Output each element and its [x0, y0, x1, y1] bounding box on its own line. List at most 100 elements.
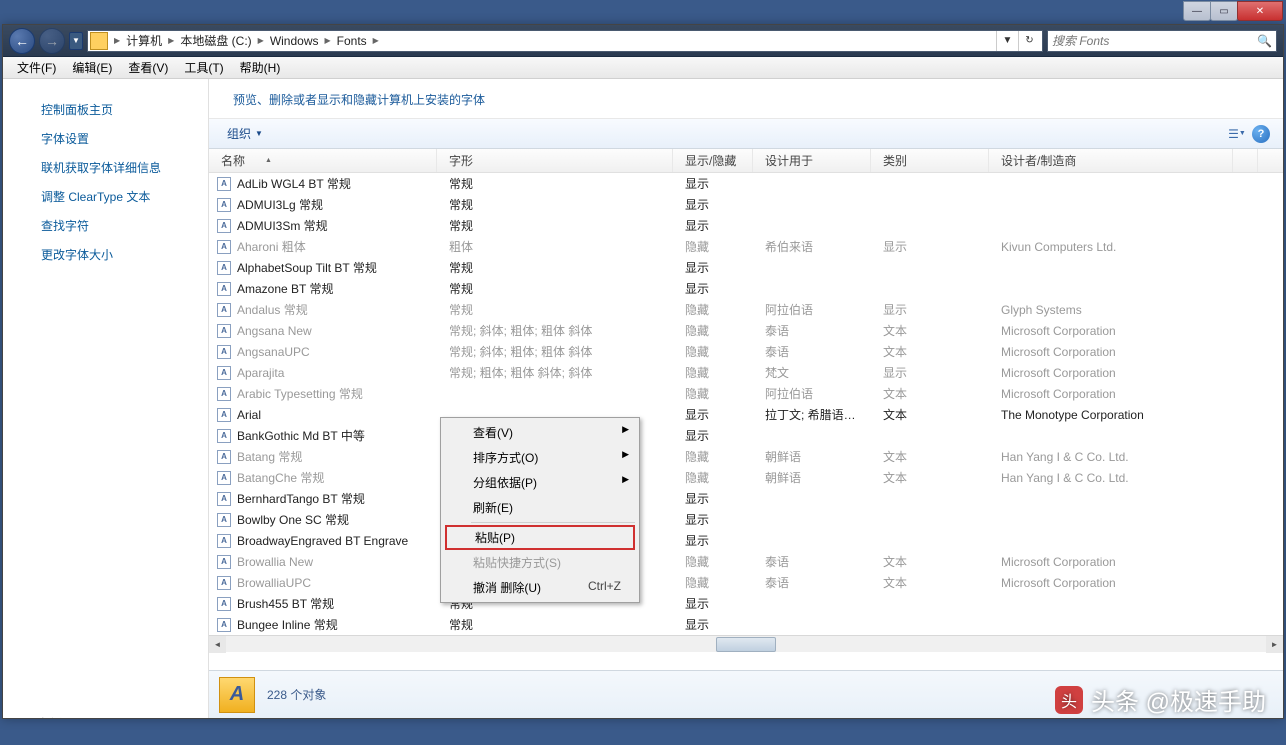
font-row[interactable]: AArabic Typesetting 常规 隐藏 阿拉伯语 文本 Micros…: [209, 383, 1283, 404]
column-headers: 名称字形显示/隐藏设计用于类别设计者/制造商: [209, 149, 1283, 173]
font-row[interactable]: AAparajita 常规; 粗体; 粗体 斜体; 斜体 隐藏 梵文 显示 Mi…: [209, 362, 1283, 383]
scroll-right-arrow[interactable]: ►: [1266, 636, 1283, 653]
font-icon: A: [217, 471, 231, 485]
sidebar-link[interactable]: 字体设置: [3, 124, 208, 153]
column-header[interactable]: 设计用于: [753, 149, 871, 172]
sidebar-link[interactable]: 控制面板主页: [3, 95, 208, 124]
context-menu-item[interactable]: 撤消 删除(U)Ctrl+Z: [443, 575, 637, 600]
font-name: BrowalliaUPC: [237, 576, 311, 590]
font-category: 显示: [871, 301, 989, 318]
font-row[interactable]: AAmazone BT 常规 常规 显示: [209, 278, 1283, 299]
font-visibility: 显示: [673, 595, 753, 612]
scroll-left-arrow[interactable]: ◄: [209, 636, 226, 653]
font-row[interactable]: ABrowalliaUPC 常规; 斜体; 粗体; 粗体 斜体 隐藏 泰语 文本…: [209, 572, 1283, 593]
context-menu-item[interactable]: 排序方式(O)▶: [443, 445, 637, 470]
font-row[interactable]: AAlphabetSoup Tilt BT 常规 常规 显示: [209, 257, 1283, 278]
address-dropdown[interactable]: ▼: [996, 31, 1018, 51]
font-visibility: 隐藏: [673, 553, 753, 570]
column-header[interactable]: 设计者/制造商: [989, 149, 1233, 172]
font-icon: A: [217, 198, 231, 212]
font-list[interactable]: 名称字形显示/隐藏设计用于类别设计者/制造商 AAdLib WGL4 BT 常规…: [209, 149, 1283, 670]
refresh-button[interactable]: ↻: [1018, 31, 1040, 51]
font-row[interactable]: ABatang 常规 隐藏 朝鲜语 文本 Han Yang I & C Co. …: [209, 446, 1283, 467]
scroll-thumb[interactable]: [716, 637, 776, 652]
back-button[interactable]: ←: [9, 28, 35, 54]
font-row[interactable]: ABowlby One SC 常规 显示: [209, 509, 1283, 530]
font-row[interactable]: AAharoni 粗体 粗体 隐藏 希伯来语 显示 Kivun Computer…: [209, 236, 1283, 257]
horizontal-scrollbar[interactable]: ◄ ►: [209, 635, 1283, 652]
help-button[interactable]: ?: [1249, 124, 1273, 144]
font-row[interactable]: ABatangChe 常规 隐藏 朝鲜语 文本 Han Yang I & C C…: [209, 467, 1283, 488]
font-category: 文本: [871, 553, 989, 570]
menu-item[interactable]: 帮助(H): [232, 59, 289, 76]
breadcrumb-item[interactable]: Windows: [266, 34, 323, 48]
nav-history-dropdown[interactable]: ▼: [69, 32, 83, 50]
address-bar[interactable]: ▶计算机▶本地磁盘 (C:)▶Windows▶Fonts▶ ▼ ↻: [87, 30, 1043, 52]
font-row[interactable]: AADMUI3Sm 常规 常规 显示: [209, 215, 1283, 236]
context-menu-item[interactable]: 刷新(E): [443, 495, 637, 520]
sidebar-link[interactable]: 更改字体大小: [3, 240, 208, 269]
font-row[interactable]: ABroadwayEngraved BT Engrave 显示: [209, 530, 1283, 551]
font-visibility: 显示: [673, 427, 753, 444]
context-menu-item[interactable]: 查看(V)▶: [443, 420, 637, 445]
column-header[interactable]: 类别: [871, 149, 989, 172]
minimize-button[interactable]: —: [1183, 1, 1211, 21]
font-row[interactable]: ABungee Inline 常规 常规 显示: [209, 614, 1283, 635]
font-manufacturer: Han Yang I & C Co. Ltd.: [989, 450, 1233, 464]
sidebar-link[interactable]: 联机获取字体详细信息: [3, 153, 208, 182]
close-button[interactable]: ✕: [1237, 1, 1283, 21]
column-header[interactable]: 名称: [209, 149, 437, 172]
font-visibility: 显示: [673, 280, 753, 297]
column-header[interactable]: [1233, 149, 1258, 172]
sidebar-link[interactable]: 查找字符: [3, 211, 208, 240]
font-designed-for: 朝鲜语: [753, 469, 871, 486]
font-designed-for: 阿拉伯语: [753, 385, 871, 402]
search-input[interactable]: [1052, 34, 1257, 48]
breadcrumb-item[interactable]: 计算机: [122, 32, 166, 49]
font-style: 常规; 粗体; 粗体 斜体; 斜体: [437, 364, 673, 381]
menu-item[interactable]: 文件(F): [9, 59, 64, 76]
column-header[interactable]: 显示/隐藏: [673, 149, 753, 172]
font-manufacturer: The Monotype Corporation: [989, 408, 1233, 422]
font-category: 显示: [871, 364, 989, 381]
organize-button[interactable]: 组织▼: [219, 125, 271, 142]
font-row[interactable]: AAngsanaUPC 常规; 斜体; 粗体; 粗体 斜体 隐藏 泰语 文本 M…: [209, 341, 1283, 362]
font-icon: A: [217, 282, 231, 296]
sidebar-link[interactable]: 调整 ClearType 文本: [3, 182, 208, 211]
context-menu-item[interactable]: 粘贴(P): [445, 525, 635, 550]
font-designed-for: 泰语: [753, 574, 871, 591]
menu-item[interactable]: 工具(T): [176, 59, 231, 76]
column-header[interactable]: 字形: [437, 149, 673, 172]
context-menu: 查看(V)▶排序方式(O)▶分组依据(P)▶刷新(E)粘贴(P)粘贴快捷方式(S…: [440, 417, 640, 603]
main-panel: 预览、删除或者显示和隐藏计算机上安装的字体 组织▼ ☰ ▼ ? 名称字形显示/隐…: [209, 79, 1283, 718]
context-menu-item[interactable]: 分组依据(P)▶: [443, 470, 637, 495]
font-row[interactable]: ABankGothic Md BT 中等 显示: [209, 425, 1283, 446]
font-name: Angsana New: [237, 324, 312, 338]
font-row[interactable]: AADMUI3Lg 常规 常规 显示: [209, 194, 1283, 215]
font-row[interactable]: AAdLib WGL4 BT 常规 常规 显示: [209, 173, 1283, 194]
toolbar: 组织▼ ☰ ▼ ?: [209, 119, 1283, 149]
search-icon[interactable]: 🔍: [1257, 34, 1272, 48]
menu-item[interactable]: 查看(V): [120, 59, 176, 76]
forward-button[interactable]: →: [39, 28, 65, 54]
font-visibility: 隐藏: [673, 322, 753, 339]
font-designed-for: 朝鲜语: [753, 448, 871, 465]
font-manufacturer: Microsoft Corporation: [989, 576, 1233, 590]
view-button[interactable]: ☰ ▼: [1225, 124, 1249, 144]
breadcrumb-item[interactable]: Fonts: [333, 34, 371, 48]
font-name: Batang 常规: [237, 448, 302, 465]
menu-item[interactable]: 编辑(E): [64, 59, 120, 76]
font-row[interactable]: AAngsana New 常规; 斜体; 粗体; 粗体 斜体 隐藏 泰语 文本 …: [209, 320, 1283, 341]
font-row[interactable]: AAndalus 常规 常规 隐藏 阿拉伯语 显示 Glyph Systems: [209, 299, 1283, 320]
font-icon: A: [217, 618, 231, 632]
font-name: AlphabetSoup Tilt BT 常规: [237, 259, 377, 276]
font-style: 常规: [437, 259, 673, 276]
explorer-window: — ▭ ✕ ← → ▼ ▶计算机▶本地磁盘 (C:)▶Windows▶Fonts…: [2, 24, 1284, 719]
font-row[interactable]: AArial 显示 拉丁文; 希腊语; ... 文本 The Monotype …: [209, 404, 1283, 425]
search-box[interactable]: 🔍: [1047, 30, 1277, 52]
font-row[interactable]: ABrush455 BT 常规 常规 显示: [209, 593, 1283, 614]
breadcrumb-item[interactable]: 本地磁盘 (C:): [176, 32, 255, 49]
font-row[interactable]: ABernhardTango BT 常规 显示: [209, 488, 1283, 509]
font-row[interactable]: ABrowallia New 常规; 斜体; 粗体; 粗体 斜体 隐藏 泰语 文…: [209, 551, 1283, 572]
maximize-button[interactable]: ▭: [1210, 1, 1238, 21]
